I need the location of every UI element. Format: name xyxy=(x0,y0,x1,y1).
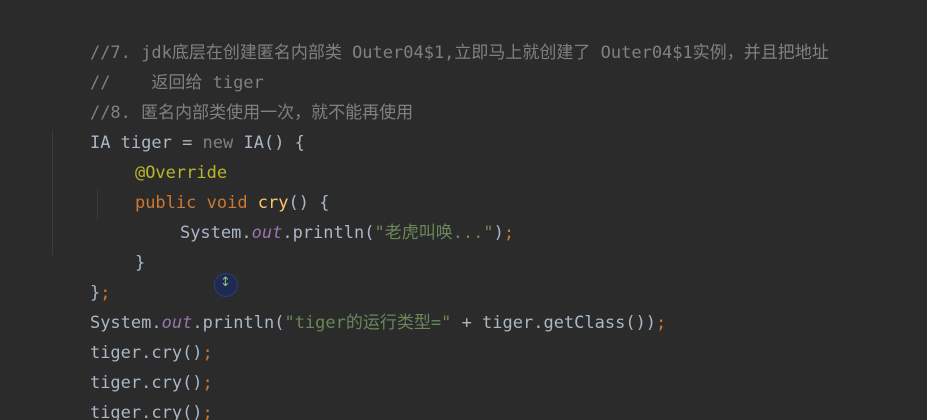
code-line-2[interactable]: // 返回给 tiger xyxy=(49,38,264,93)
code-line-13[interactable]: tiger.cry(); xyxy=(49,368,213,420)
closing-brace: } xyxy=(134,253,146,273)
code-line-12[interactable]: tiger.cry(); xyxy=(49,338,213,393)
code-line-4[interactable]: IA tiger = new IA() { xyxy=(49,98,305,153)
code-line-8[interactable]: } xyxy=(94,218,145,273)
semicolon: ; xyxy=(202,403,213,420)
semicolon: ; xyxy=(656,313,667,333)
code-line-3[interactable]: //8. 匿名内部类使用一次，就不能再使用 xyxy=(49,68,413,123)
code-line-5[interactable]: @Override xyxy=(94,128,227,183)
constructor-text: IA() { xyxy=(233,133,305,153)
cry-call: tiger.cry() xyxy=(89,403,203,420)
system-text: System. xyxy=(179,223,252,243)
string-literal: "tiger的运行类型=" xyxy=(284,313,452,333)
code-line-1[interactable]: //7. jdk底层在创建匿名内部类 Outer04$1,立即马上就创建了 Ou… xyxy=(49,8,829,63)
semicolon: ; xyxy=(503,223,515,243)
getclass-text: + tiger.getClass()) xyxy=(451,313,657,333)
code-line-7[interactable]: System.out.println("老虎叫唤..."); xyxy=(139,188,514,243)
string-literal: "老虎叫唤..." xyxy=(374,223,494,243)
code-line-6[interactable]: public void cry() { xyxy=(94,158,330,213)
close-paren: ) xyxy=(493,223,504,243)
code-line-9[interactable]: }; xyxy=(49,248,111,303)
code-line-10[interactable]: System.out.println("tiger的运行类型=" + tiger… xyxy=(49,278,666,333)
println-text: .println( xyxy=(282,223,375,243)
code-editor[interactable]: //7. jdk底层在创建匿名内部类 Outer04$1,立即马上就创建了 Ou… xyxy=(0,0,927,420)
out-field: out xyxy=(251,223,283,243)
code-line-11[interactable]: tiger.cry(); xyxy=(49,308,213,363)
mouse-cursor-icon: ↕ xyxy=(214,273,238,297)
